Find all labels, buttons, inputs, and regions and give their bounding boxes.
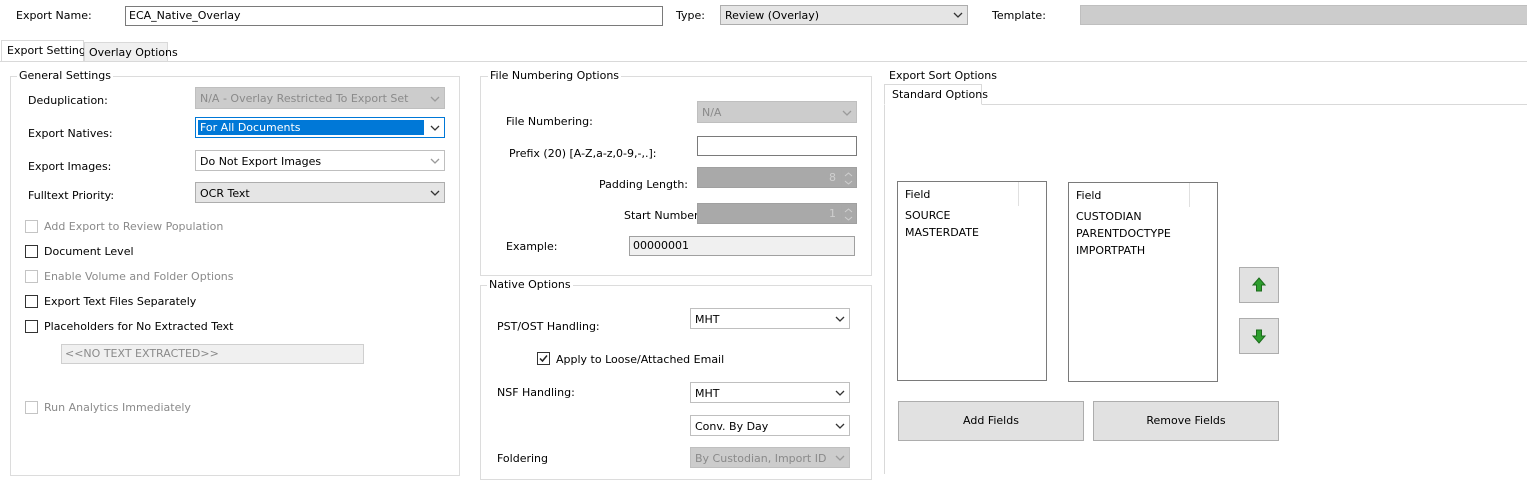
prefix-label: Prefix (20) [A-Z,a-z,0-9,-,.]: (509, 147, 657, 160)
pst-label: PST/OST Handling: (497, 320, 600, 333)
tab-divider (0, 61, 1527, 62)
nsf-value: MHT (695, 387, 720, 400)
dedup-label: Deduplication: (28, 94, 108, 107)
template-label: Template: (992, 9, 1046, 22)
spinner-arrows-icon (841, 205, 855, 222)
document-level-label: Document Level (44, 245, 134, 258)
move-down-button[interactable] (1239, 318, 1279, 354)
pst-dropdown[interactable]: MHT (690, 308, 850, 329)
volume-folder-checkbox[interactable] (25, 270, 38, 283)
chevron-down-icon (430, 158, 440, 164)
start-number-spinner[interactable]: 1 (697, 203, 857, 224)
list-item[interactable]: SOURCE (905, 209, 950, 222)
chevron-down-icon (835, 455, 845, 461)
available-fields-list[interactable]: Field SOURCE MASTERDATE (897, 181, 1047, 381)
start-number-value: 1 (829, 207, 836, 220)
run-analytics-checkbox[interactable] (25, 401, 38, 414)
general-settings-title: General Settings (17, 69, 113, 82)
list-column-header[interactable]: Field (898, 182, 1019, 206)
volume-folder-label: Enable Volume and Folder Options (44, 270, 234, 283)
prefix-input[interactable] (697, 136, 857, 156)
tab-export-settings[interactable]: Export Settings (1, 40, 92, 62)
tab-standard-options-label: Standard Options (892, 88, 988, 101)
example-value: 00000001 (629, 236, 855, 256)
chevron-down-icon (835, 390, 845, 396)
tab-export-settings-label: Export Settings (7, 44, 92, 57)
natives-dropdown[interactable]: For All Documents (195, 117, 445, 138)
list-item[interactable]: PARENTDOCTYPE (1076, 227, 1171, 240)
fulltext-label: Fulltext Priority: (28, 189, 115, 202)
foldering-dropdown[interactable]: By Custodian, Import ID (690, 447, 850, 468)
dedup-dropdown[interactable]: N/A - Overlay Restricted To Export Set (195, 87, 445, 109)
file-numbering-dropdown[interactable]: N/A (697, 101, 857, 123)
list-item[interactable]: CUSTODIAN (1076, 210, 1142, 223)
conv-value: Conv. By Day (695, 420, 769, 433)
list-column-header[interactable]: Field (1069, 183, 1190, 207)
type-value: Review (Overlay) (725, 9, 820, 22)
arrow-up-icon (1251, 277, 1267, 292)
template-dropdown[interactable] (1080, 5, 1527, 25)
tab-overlay-options-label: Overlay Options (89, 46, 178, 59)
apply-loose-checkbox[interactable] (537, 352, 550, 365)
document-level-checkbox[interactable] (25, 245, 38, 258)
chevron-down-icon (835, 316, 845, 322)
apply-loose-label: Apply to Loose/Attached Email (556, 353, 725, 366)
natives-value: For All Documents (200, 121, 301, 134)
run-analytics-label: Run Analytics Immediately (44, 401, 191, 414)
start-number-label: Start Number: (624, 209, 703, 222)
list-item[interactable]: IMPORTPATH (1076, 244, 1145, 257)
padding-label: Padding Length: (599, 178, 688, 191)
images-label: Export Images: (28, 160, 112, 173)
conv-dropdown[interactable]: Conv. By Day (690, 415, 850, 436)
arrow-down-icon (1251, 329, 1267, 344)
move-up-button[interactable] (1239, 267, 1279, 303)
tab-standard-options[interactable]: Standard Options (884, 84, 988, 105)
example-label: Example: (506, 240, 558, 253)
add-to-review-label: Add Export to Review Population (44, 220, 224, 233)
native-options-title: Native Options (487, 278, 573, 291)
chevron-down-icon (430, 96, 440, 102)
padding-value: 8 (829, 171, 836, 184)
foldering-label: Foldering (497, 452, 549, 465)
images-value: Do Not Export Images (200, 155, 322, 168)
left-list-header: Field (905, 188, 931, 201)
placeholder-text-input[interactable]: <<NO TEXT EXTRACTED>> (61, 344, 364, 364)
export-name-input[interactable]: ECA_Native_Overlay (125, 6, 663, 26)
fulltext-dropdown[interactable]: OCR Text (195, 182, 445, 203)
spinner-arrows-icon (841, 169, 855, 186)
remove-fields-button[interactable]: Remove Fields (1093, 401, 1279, 441)
nsf-dropdown[interactable]: MHT (690, 382, 850, 403)
sort-fields-list[interactable]: Field CUSTODIAN PARENTDOCTYPE IMPORTPATH (1068, 182, 1218, 382)
add-to-review-checkbox[interactable] (25, 220, 38, 233)
images-dropdown[interactable]: Do Not Export Images (195, 150, 445, 171)
placeholders-label: Placeholders for No Extracted Text (44, 320, 234, 333)
natives-label: Export Natives: (28, 127, 113, 140)
fulltext-value: OCR Text (200, 187, 250, 200)
type-label: Type: (676, 9, 705, 22)
padding-spinner[interactable]: 8 (697, 167, 857, 188)
chevron-down-icon (835, 423, 845, 429)
tab-overlay-options[interactable]: Overlay Options (84, 42, 178, 62)
chevron-down-icon (430, 125, 440, 131)
add-fields-button[interactable]: Add Fields (898, 401, 1084, 441)
text-files-separately-checkbox[interactable] (25, 295, 38, 308)
chevron-down-icon (430, 190, 440, 196)
chevron-down-icon (953, 12, 963, 18)
chevron-down-icon (842, 110, 852, 116)
list-item[interactable]: MASTERDATE (905, 226, 979, 239)
type-dropdown[interactable]: Review (Overlay) (720, 5, 968, 25)
file-numbering-label: File Numbering: (506, 115, 593, 128)
dedup-value: N/A - Overlay Restricted To Export Set (200, 92, 409, 105)
export-name-label: Export Name: (16, 9, 92, 22)
foldering-value: By Custodian, Import ID (695, 452, 827, 465)
right-list-header: Field (1076, 189, 1102, 202)
nsf-label: NSF Handling: (497, 386, 575, 399)
file-numbering-value: N/A (702, 106, 722, 119)
file-numbering-title: File Numbering Options (488, 69, 622, 82)
text-files-separately-label: Export Text Files Separately (44, 295, 197, 308)
sort-options-title: Export Sort Options (887, 69, 999, 82)
pst-value: MHT (695, 313, 720, 326)
placeholders-checkbox[interactable] (25, 320, 38, 333)
checkmark-icon (539, 355, 548, 363)
